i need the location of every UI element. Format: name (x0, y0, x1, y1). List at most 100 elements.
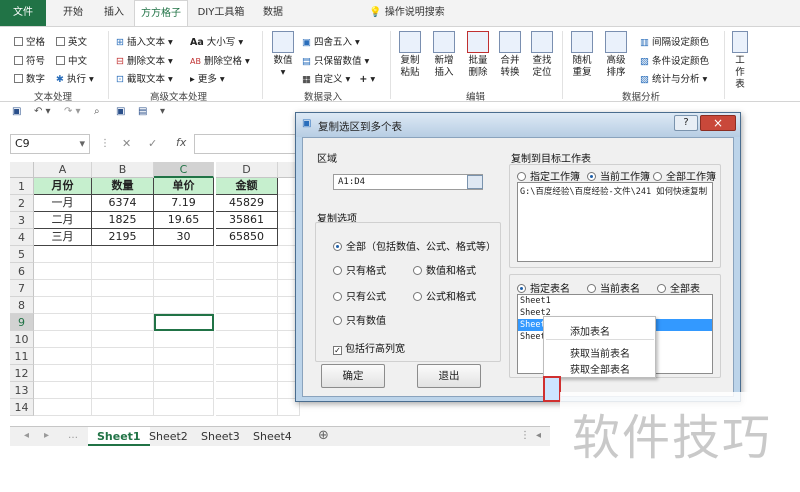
table-cell[interactable]: 45829 (216, 195, 278, 212)
tab-file[interactable]: 文件 (0, 0, 46, 26)
random-repeat-button[interactable]: 随机重复 (566, 31, 598, 79)
keep-number-button[interactable]: ▤ 只保留数值 ▾ (302, 53, 369, 67)
tab-insert[interactable]: 插入 (94, 0, 134, 26)
table-cell[interactable] (216, 314, 278, 331)
menu-item-get-current-sheet[interactable]: 获取当前表名 (570, 345, 630, 360)
row-header[interactable]: 14 (10, 399, 34, 416)
table-cell[interactable]: 65850 (216, 229, 278, 246)
table-cell[interactable] (154, 297, 214, 314)
find-locate-button[interactable]: 查找定位 (526, 31, 558, 79)
name-box[interactable]: C9 ▾ (10, 134, 90, 154)
table-cell[interactable]: 30 (154, 229, 214, 246)
table-cell[interactable] (216, 348, 278, 365)
tab-fangfanggezi[interactable]: 方方格子 (134, 0, 188, 27)
number-button[interactable]: 数值 ▾ (268, 31, 298, 79)
row-header[interactable]: 4 (10, 229, 34, 246)
range-picker-icon[interactable] (467, 175, 483, 189)
table-cell[interactable] (92, 314, 154, 331)
table-cell[interactable] (92, 365, 154, 382)
row-header[interactable]: 11 (10, 348, 34, 365)
table-cell[interactable] (34, 280, 92, 297)
table-cell[interactable] (34, 246, 92, 263)
option-format-only[interactable]: 只有格式 (333, 262, 386, 277)
row-header[interactable]: 2 (10, 195, 34, 212)
table-cell[interactable] (92, 348, 154, 365)
option-values-format[interactable]: 数值和格式 (413, 262, 476, 277)
option-formula-only[interactable]: 只有公式 (333, 288, 386, 303)
delete-text-button[interactable]: ⊟ 删除文本 ▾ (116, 53, 173, 67)
table-cell[interactable] (216, 297, 278, 314)
table-cell[interactable] (216, 365, 278, 382)
row-header[interactable]: 9 (10, 314, 34, 331)
table-cell[interactable] (92, 399, 154, 416)
table-cell[interactable] (154, 280, 214, 297)
condition-color-button[interactable]: ▧ 条件设定颜色 (640, 53, 709, 67)
sheet-specified[interactable]: 指定表名 (517, 280, 570, 295)
table-cell[interactable] (34, 399, 92, 416)
close-button[interactable]: × (700, 115, 736, 131)
new-insert-button[interactable]: 新增插入 (428, 31, 460, 79)
open-icon[interactable]: ▤ (138, 106, 147, 117)
table-cell[interactable] (216, 246, 278, 263)
table-cell[interactable] (34, 348, 92, 365)
row-header[interactable]: 7 (10, 280, 34, 297)
row-header[interactable]: 12 (10, 365, 34, 382)
table-cell[interactable] (216, 263, 278, 280)
sheet-tab-3[interactable]: Sheet3 (192, 427, 249, 446)
table-cell[interactable]: 月份 (34, 178, 92, 195)
sheet-tab-2[interactable]: Sheet2 (140, 427, 197, 446)
table-cell[interactable] (216, 382, 278, 399)
scroll-left-icon[interactable]: ◂ (536, 430, 541, 441)
table-cell[interactable] (216, 331, 278, 348)
check-space[interactable]: 空格 (14, 34, 45, 48)
table-cell[interactable]: 二月 (34, 212, 92, 229)
round-button[interactable]: ▣ 四舍五入 ▾ (302, 34, 360, 48)
table-cell[interactable] (34, 297, 92, 314)
table-cell[interactable] (92, 246, 154, 263)
column-header[interactable]: D (216, 162, 278, 178)
execute-button[interactable]: ✱ 执行 ▾ (56, 71, 94, 85)
table-cell[interactable] (154, 263, 214, 280)
case-button[interactable]: Aa 大小写 ▾ (190, 34, 243, 48)
table-cell[interactable] (92, 263, 154, 280)
batch-delete-button[interactable]: 批量删除 (462, 31, 494, 79)
workbook-path[interactable]: G:\百度经验\百度经验-文件\241 如何快速复制 (518, 183, 712, 199)
save-as-icon[interactable]: ▣ (116, 106, 125, 117)
table-cell[interactable]: 一月 (34, 195, 92, 212)
select-all-corner[interactable] (10, 162, 34, 178)
range-input[interactable]: A1:D4 (333, 174, 483, 190)
table-cell[interactable]: 19.65 (154, 212, 214, 229)
table-cell[interactable] (154, 348, 214, 365)
table-cell[interactable] (34, 382, 92, 399)
check-number[interactable]: 数字 (14, 71, 45, 85)
row-header[interactable]: 3 (10, 212, 34, 229)
interval-color-button[interactable]: ▥ 间隔设定颜色 (640, 34, 709, 48)
table-cell[interactable] (92, 331, 154, 348)
table-cell[interactable] (154, 382, 214, 399)
table-cell[interactable] (34, 263, 92, 280)
statistics-button[interactable]: ▨ 统计与分析 ▾ (640, 71, 707, 85)
row-header[interactable]: 1 (10, 178, 34, 195)
confirm-icon[interactable]: ✓ (148, 137, 157, 150)
table-cell[interactable]: 金额 (216, 178, 278, 195)
option-formula-format[interactable]: 公式和格式 (413, 288, 476, 303)
table-cell[interactable] (154, 365, 214, 382)
advanced-sort-button[interactable]: 高级排序 (600, 31, 632, 79)
workbook-list[interactable]: G:\百度经验\百度经验-文件\241 如何快速复制 (517, 182, 713, 262)
redo-icon[interactable]: ↷ ▾ (64, 106, 81, 117)
remove-space-button[interactable]: AB 删除空格 ▾ (190, 53, 250, 67)
print-preview-icon[interactable]: ⌕ (94, 106, 100, 117)
table-cell[interactable] (34, 314, 92, 331)
table-cell[interactable] (92, 382, 154, 399)
table-cell[interactable]: 35861 (216, 212, 278, 229)
sheet-all[interactable]: 全部表 (657, 280, 700, 295)
list-item[interactable]: Sheet1 (518, 295, 712, 307)
undo-icon[interactable]: ↶ ▾ (34, 106, 51, 117)
column-header[interactable]: A (34, 162, 92, 178)
table-cell[interactable]: 单价 (154, 178, 214, 195)
help-button[interactable]: ? (674, 115, 698, 131)
table-cell[interactable]: 2195 (92, 229, 154, 246)
table-cell[interactable]: 三月 (34, 229, 92, 246)
table-cell[interactable] (216, 280, 278, 297)
more-sheets-icon[interactable]: … (68, 430, 78, 441)
